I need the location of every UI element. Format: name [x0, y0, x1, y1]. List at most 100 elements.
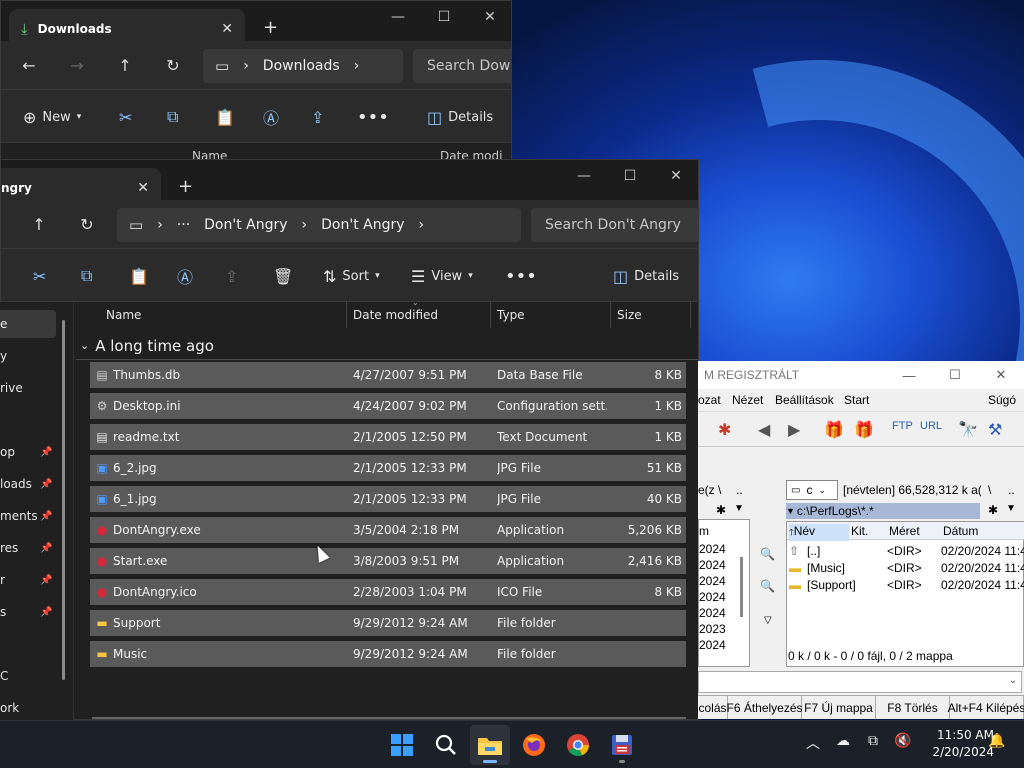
minimize-icon[interactable]: —	[886, 361, 932, 389]
left-updir[interactable]: ..	[736, 483, 743, 497]
minimize-icon[interactable]: —	[375, 1, 421, 33]
compare-icon[interactable]: 🔍	[760, 579, 775, 593]
unpack-icon[interactable]: 🎁	[854, 420, 874, 440]
close-icon[interactable]: ✕	[978, 361, 1024, 389]
tc-entry-row[interactable]: ⇧ [..] <DIR> 02/20/2024 11:4	[787, 544, 1024, 560]
new-tab-icon[interactable]: +	[263, 17, 278, 38]
close-icon[interactable]: ✕	[467, 1, 511, 33]
tc-entry-row[interactable]: ▬ [Music] <DIR> 02/20/2024 11:4	[787, 561, 1024, 577]
volume-muted-icon[interactable]: 🔇	[894, 733, 911, 749]
details-button[interactable]: ◫ Details	[427, 90, 493, 144]
quick-view-icon[interactable]: 🔍	[760, 547, 775, 561]
share-button[interactable]: ⇪	[225, 249, 238, 303]
network-icon[interactable]: ☁	[836, 733, 850, 749]
close-icon[interactable]: ✕	[653, 160, 698, 192]
left-entry-date[interactable]: 2024	[699, 606, 726, 620]
right-filter-star[interactable]: ✱	[988, 503, 998, 517]
left-entry-date[interactable]: 2024	[699, 558, 726, 572]
sidebar-item[interactable]: e	[0, 310, 56, 338]
column-header-ext[interactable]: Kit.	[851, 524, 868, 538]
column-header-date[interactable]: Dátum	[943, 524, 978, 538]
sidebar-item[interactable]: rive	[0, 374, 56, 402]
refresh-icon[interactable]: ↻	[149, 41, 197, 89]
paste-button[interactable]: 📋	[129, 249, 149, 303]
copy-button[interactable]: ⧉	[81, 249, 92, 303]
column-header-size[interactable]: Méret	[889, 524, 920, 538]
tray-overflow-chevron-icon[interactable]: ︿	[806, 733, 820, 753]
hscrollbar[interactable]	[92, 717, 686, 719]
left-backslash[interactable]: \	[718, 483, 721, 497]
file-row[interactable]: ⚙ Desktop.ini 4/24/2007 9:02 PM Configurati…	[90, 393, 686, 419]
sort-button[interactable]: ⇅ Sort ▾	[323, 249, 380, 303]
column-header-name[interactable]: 🡑Név	[789, 524, 849, 541]
group-header[interactable]: ⌄ A long time ago	[76, 332, 698, 360]
left-entry-date[interactable]: 2024	[699, 638, 726, 652]
menu-item[interactable]: Beállítások	[775, 393, 834, 407]
column-header-date[interactable]: m	[699, 524, 709, 538]
fkey-button[interactable]: F8 Törlés	[876, 696, 950, 719]
chevron-right-icon[interactable]: ›	[354, 58, 360, 74]
up-icon[interactable]: ↑	[101, 41, 149, 89]
left-history-dropdown[interactable]: ▼	[734, 503, 744, 514]
sidebar-item[interactable]: r 📌	[0, 566, 56, 594]
left-entry-date[interactable]: 2024	[699, 574, 726, 588]
maximize-icon[interactable]: ☐	[932, 361, 978, 389]
rename-button[interactable]: Ⓐ	[263, 90, 279, 144]
chrome-button[interactable]	[558, 725, 598, 765]
sidebar-scrollbar[interactable]	[62, 320, 65, 680]
breadcrumb-item[interactable]: Don't Angry	[204, 217, 287, 233]
sidebar-item[interactable]: C	[0, 662, 56, 690]
path-bar[interactable]: ▼ c:\PerfLogs\*.*	[786, 503, 980, 519]
refresh-icon[interactable]: ↻	[63, 200, 111, 248]
view-button[interactable]: ☰ View ▾	[411, 249, 473, 303]
file-explorer-button[interactable]	[470, 725, 510, 765]
back-arrow-icon[interactable]: ◀	[758, 420, 770, 440]
left-entry-date[interactable]: 2023	[699, 622, 726, 636]
sidebar-item[interactable]: res 📌	[0, 534, 56, 562]
left-scrollbar[interactable]	[740, 557, 743, 617]
ellipsis-icon[interactable]: ···	[177, 217, 190, 233]
clock[interactable]: 11:50 AM 2/20/2024	[918, 727, 994, 761]
left-entry-date[interactable]: 2024	[699, 542, 726, 556]
file-row[interactable]: ● DontAngry.ico 2/28/2003 1:04 PM ICO File 8…	[90, 579, 686, 605]
chevron-down-icon[interactable]: ⌄	[1009, 675, 1017, 686]
menu-item[interactable]: Nézet	[732, 393, 763, 407]
file-row[interactable]: ● Start.exe 3/8/2003 9:51 PM Application 2,4…	[90, 548, 686, 574]
left-filter-star[interactable]: ✱	[716, 503, 726, 517]
search-input[interactable]: Search Don't Angry	[531, 208, 698, 242]
maximize-icon[interactable]: ☐	[421, 1, 467, 33]
sidebar-item[interactable]: y	[0, 342, 56, 370]
fkey-button[interactable]: F7 Új mappa	[802, 696, 876, 719]
column-header-name[interactable]: Name	[100, 302, 347, 328]
cut-button[interactable]: ✂	[119, 90, 132, 144]
more-button[interactable]: •••	[505, 249, 537, 303]
minimize-icon[interactable]: —	[561, 160, 607, 192]
sidebar-item[interactable]: loads 📌	[0, 470, 56, 498]
notification-bell-icon[interactable]: 🔔	[988, 733, 1005, 749]
history-dropdown-icon[interactable]: ▼	[786, 506, 795, 516]
address-bar[interactable]: ▭ › ··· Don't Angry › Don't Angry ›	[117, 208, 521, 242]
file-row[interactable]: ▣ 6_1.jpg 2/1/2005 12:33 PM JPG File 40 KB	[90, 486, 686, 512]
column-header-date[interactable]: Date modified	[347, 302, 491, 328]
new-button[interactable]: ⊕ New ▾	[23, 90, 81, 144]
search-button[interactable]	[426, 725, 466, 765]
copy-button[interactable]: ⧉	[167, 90, 178, 144]
fkey-button[interactable]: Alt+F4 Kilépés	[948, 696, 1024, 719]
new-tab-icon[interactable]: +	[178, 176, 193, 197]
file-row[interactable]: ▬ Support 9/29/2012 9:24 AM File folder	[90, 610, 686, 636]
binoculars-icon[interactable]: 🔭	[958, 420, 978, 440]
sidebar-item[interactable]: ork	[0, 694, 56, 722]
address-bar[interactable]: ▭ › Downloads ›	[203, 49, 403, 83]
forward-arrow-icon[interactable]: ▶	[788, 420, 800, 440]
column-header-type[interactable]: Type	[491, 302, 611, 328]
share-button[interactable]: ⇪	[311, 90, 324, 144]
total-commander-button[interactable]	[602, 725, 642, 765]
cut-button[interactable]: ✂	[33, 249, 46, 303]
sidebar-item[interactable]: op 📌	[0, 438, 56, 466]
more-button[interactable]: •••	[357, 90, 389, 144]
forward-icon[interactable]: →	[53, 41, 101, 89]
column-header-size[interactable]: Size	[611, 302, 691, 328]
url-icon[interactable]: URL	[920, 420, 942, 432]
maximize-icon[interactable]: ☐	[607, 160, 653, 192]
chevron-right-icon[interactable]: ›	[419, 217, 425, 233]
